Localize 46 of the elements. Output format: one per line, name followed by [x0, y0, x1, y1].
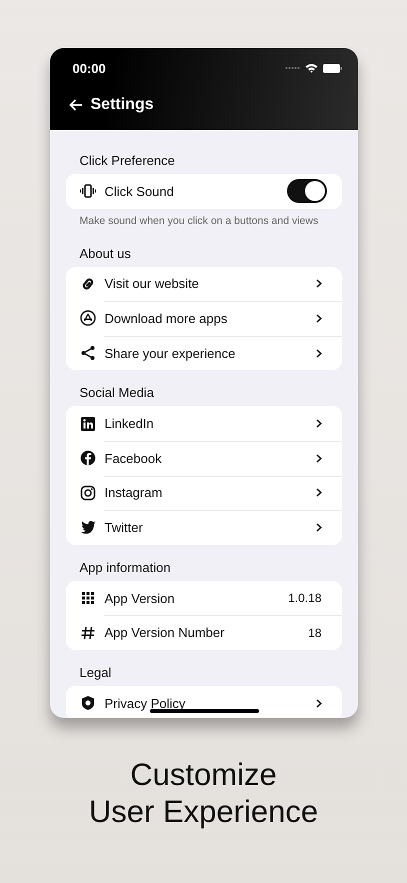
battery-icon: [322, 64, 342, 72]
section-title: Click Preference: [78, 152, 176, 170]
row-label[interactable]: Twitter: [104, 520, 306, 535]
instagram-icon: [80, 484, 96, 501]
caption-line: User Experience: [88, 793, 318, 830]
setting-description: Make sound when you click on a buttons and views: [78, 214, 320, 228]
chevron-icon: [316, 419, 322, 428]
row-label[interactable]: App Version Number: [104, 625, 300, 640]
chevron-icon: [316, 314, 322, 323]
hash-icon: [80, 624, 96, 641]
chevron-icon: [316, 488, 322, 498]
row-label[interactable]: Facebook: [104, 450, 306, 466]
row-label[interactable]: Download more apps: [104, 310, 306, 326]
row-value: 18: [308, 626, 322, 640]
section-title: Legal: [78, 664, 112, 682]
chevron-icon: [316, 522, 322, 532]
share-icon: [80, 345, 96, 362]
caption-line: Customize: [130, 756, 277, 793]
screen-title: Settings: [90, 96, 154, 114]
chevron-icon: [316, 698, 322, 708]
row-label[interactable]: Privacy Policy: [104, 696, 306, 711]
grid-icon: [80, 590, 96, 606]
row-label[interactable]: Click Sound: [104, 184, 278, 199]
section-title: Social Media: [78, 384, 155, 402]
back-arrow-icon[interactable]: [68, 99, 82, 111]
status-time: 00:00: [72, 60, 106, 76]
row-label[interactable]: Share your experience: [104, 346, 306, 361]
app-store-icon: [80, 310, 96, 326]
row-label[interactable]: Visit our website: [104, 276, 306, 292]
toggle-switch[interactable]: [286, 179, 326, 204]
chevron-icon: [316, 454, 322, 463]
chevron-icon: [316, 279, 322, 288]
section-title: App information: [78, 558, 172, 577]
wifi-icon: [304, 63, 318, 73]
row-value: 1.0.18: [288, 591, 322, 606]
section-title: About us: [78, 244, 132, 263]
linkedin-icon: [80, 416, 96, 432]
vibrate-icon: [80, 183, 96, 200]
signal-icon: [284, 66, 300, 70]
row-label[interactable]: Instagram: [104, 485, 306, 500]
facebook-icon: [80, 450, 96, 466]
row-label[interactable]: LinkedIn: [104, 416, 306, 432]
shield-icon: [80, 695, 96, 712]
chevron-icon: [316, 348, 322, 358]
row-label[interactable]: App Version: [104, 590, 280, 606]
bird-icon: [80, 519, 96, 536]
